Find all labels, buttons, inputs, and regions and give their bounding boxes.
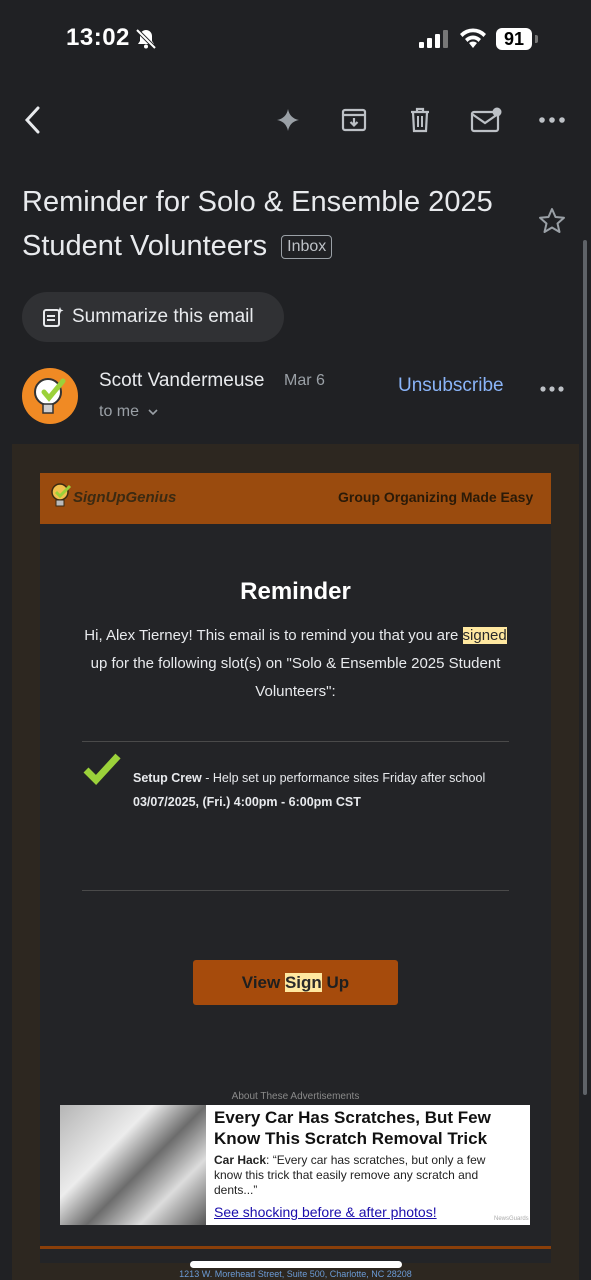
inbox-label-chip[interactable]: Inbox	[281, 235, 333, 259]
brand-tagline: Group Organizing Made Easy	[338, 489, 534, 505]
star-button[interactable]	[538, 207, 566, 240]
mark-unread-button[interactable]	[470, 104, 502, 136]
wifi-icon	[460, 28, 486, 48]
delete-button[interactable]	[404, 104, 436, 136]
sparkle-icon	[277, 109, 299, 131]
message-rest: up for the following slot(s) on "Solo & …	[90, 655, 501, 700]
more-horizontal-icon	[539, 117, 565, 123]
battery-indicator: 91	[496, 28, 532, 50]
lightbulb-check-icon	[34, 378, 66, 414]
unsubscribe-link[interactable]: Unsubscribe	[398, 375, 504, 397]
ad-title[interactable]: Every Car Has Scratches, But Few Know Th…	[214, 1107, 519, 1149]
reminder-message: Hi, Alex Tierney! This email is to remin…	[80, 622, 511, 706]
scrollbar[interactable]	[583, 240, 587, 1095]
summarize-button[interactable]: Summarize this email	[22, 292, 284, 342]
signal-icon	[419, 30, 448, 48]
ad-badge: NewsGuards	[494, 1216, 529, 1222]
button-text-highlight: Sign	[284, 973, 322, 992]
slot-details: Setup Crew - Help set up performance sit…	[133, 771, 485, 785]
status-time: 13:02	[66, 24, 130, 51]
summary-sparkle-icon	[43, 307, 64, 327]
signupgenius-logo-icon	[51, 483, 72, 507]
button-text-start: View	[241, 973, 285, 992]
ad-car-image[interactable]	[60, 1105, 206, 1225]
slot-description: - Help set up performance sites Friday a…	[201, 771, 486, 785]
footer-rule	[40, 1246, 551, 1249]
more-horizontal-icon	[540, 386, 564, 392]
gemini-button[interactable]	[272, 104, 304, 136]
more-options-button[interactable]	[536, 104, 568, 136]
subject-text: Reminder for Solo & Ensemble 2025 Studen…	[22, 186, 493, 262]
chevron-down-icon	[148, 409, 159, 416]
footer-address[interactable]: 1213 W. Morehead Street, Suite 500, Char…	[40, 1269, 551, 1279]
chevron-left-icon	[24, 106, 40, 134]
message-more-button[interactable]	[540, 380, 564, 398]
ad-description: Car Hack: “Every car has scratches, but …	[214, 1153, 514, 1198]
divider-top	[82, 741, 509, 742]
signupgenius-logo[interactable]: SignUpGenius	[73, 489, 176, 506]
ad-desc-bold: Car Hack	[214, 1153, 267, 1167]
view-signup-button[interactable]: View Sign Up	[193, 960, 398, 1005]
button-text-end: Up	[321, 973, 350, 992]
slot-time: 03/07/2025, (Fri.) 4:00pm - 6:00pm CST	[133, 795, 361, 809]
ad-about-label[interactable]: About These Advertisements	[40, 1091, 551, 1102]
reminder-heading: Reminder	[240, 578, 351, 605]
message-intro: Hi, Alex Tierney! This email is to remin…	[84, 627, 459, 644]
recipient-text: to me	[99, 403, 140, 420]
ad-link[interactable]: See shocking before & after photos!	[214, 1204, 437, 1220]
archive-button[interactable]	[338, 104, 370, 136]
battery-tip	[535, 35, 538, 43]
star-icon	[539, 208, 565, 233]
recipient-details[interactable]: to me	[99, 403, 159, 421]
email-date: Mar 6	[284, 372, 325, 389]
back-button[interactable]	[16, 104, 48, 136]
message-highlight: signed	[462, 627, 507, 644]
mail-unread-icon	[470, 107, 502, 133]
bell-muted-icon	[135, 28, 157, 50]
archive-icon	[341, 108, 367, 132]
checkmark-icon	[83, 753, 121, 786]
sender-avatar[interactable]	[22, 368, 78, 424]
email-subject: Reminder for Solo & Ensemble 2025 Studen…	[22, 180, 522, 268]
divider-bottom	[82, 890, 509, 891]
sender-name[interactable]: Scott Vandermeuse	[99, 370, 264, 392]
slot-title: Setup Crew	[133, 771, 202, 785]
summarize-label: Summarize this email	[72, 306, 254, 327]
trash-icon	[411, 107, 429, 133]
home-indicator[interactable]	[190, 1261, 402, 1268]
